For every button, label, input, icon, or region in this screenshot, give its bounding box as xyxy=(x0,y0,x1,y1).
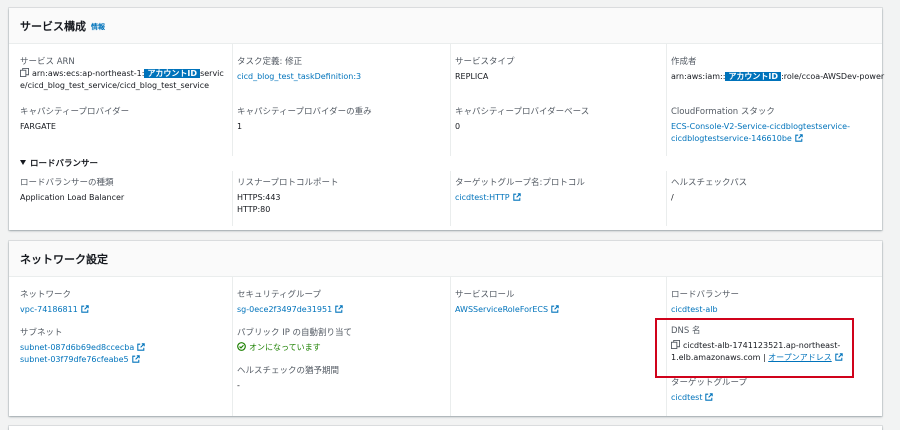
service-config-header: サービス構成 情報 xyxy=(9,8,882,44)
security-group-label: セキュリティグループ xyxy=(237,290,321,300)
service-type-label: サービスタイプ xyxy=(455,57,515,67)
public-ip-status: オンになっています xyxy=(249,343,321,352)
listener-port-label: リスナープロトコルポート xyxy=(237,178,339,188)
creator-label: 作成者 xyxy=(671,57,697,67)
external-link-icon[interactable] xyxy=(705,393,714,401)
cloudformation-label: CloudFormation スタック xyxy=(671,107,775,117)
column-divider xyxy=(450,277,451,416)
creator-prefix: arn:aws:iam:: xyxy=(671,72,726,81)
task-definition-link[interactable]: cicd_blog_test_taskDefinition:3 xyxy=(237,71,442,83)
network-config-title: ネットワーク設定 xyxy=(20,252,108,266)
column-divider xyxy=(450,44,451,156)
target-group-link[interactable]: cicdtest xyxy=(671,393,702,402)
capacity-weight-value: 1 xyxy=(237,122,243,131)
capacity-provider-label: キャパシティープロバイダー xyxy=(20,107,130,117)
arn-suffix-line2: e/cicd_blog_test_service/cicd_blog_test_… xyxy=(20,81,210,90)
health-grace-label: ヘルスチェックの猶予期間 xyxy=(237,366,340,376)
external-link-icon[interactable] xyxy=(512,193,521,201)
lb-field: ロードバランサー cicdtest-alb xyxy=(671,289,876,316)
listener-port-field: リスナープロトコルポート HTTPS:443 HTTP:80 xyxy=(237,177,442,216)
lb-type-field: ロードバランサーの種類 Application Load Balancer xyxy=(20,177,225,204)
capacity-base-label: キャパシティープロバイダーベース xyxy=(455,107,590,117)
external-link-icon[interactable] xyxy=(81,305,89,313)
health-check-path-label: ヘルスチェックパス xyxy=(671,178,748,188)
external-link-icon[interactable] xyxy=(795,134,803,142)
task-definition-field: タスク定義: 修正 cicd_blog_test_taskDefinition:… xyxy=(237,56,442,83)
account-id-mask: アカウントID xyxy=(725,72,782,81)
capacity-provider-field: キャパシティープロバイダー FARGATE xyxy=(20,106,225,133)
subnet-field: サブネット subnet-087d6b69ed8ccecba subnet-03… xyxy=(20,327,225,366)
success-check-icon xyxy=(237,342,246,351)
health-check-path-value: / xyxy=(671,193,674,202)
target-group-label: ターゲットグループ xyxy=(671,378,747,388)
lb-link[interactable]: cicdtest-alb xyxy=(671,304,876,316)
lb-type-value: Application Load Balancer xyxy=(20,193,125,202)
capacity-weight-label: キャパシティープロバイダーの重み xyxy=(237,107,372,117)
service-role-link[interactable]: AWSServiceRoleForECS xyxy=(455,305,548,314)
health-grace-field: ヘルスチェックの猶予期間 - xyxy=(237,365,442,392)
service-type-value: REPLICA xyxy=(455,72,489,81)
capacity-weight-field: キャパシティープロバイダーの重み 1 xyxy=(237,106,442,133)
target-group-protocol-link[interactable]: cicdtest:HTTP xyxy=(455,193,510,202)
listener-port-http: HTTP:80 xyxy=(237,205,271,214)
cloudformation-field: CloudFormation スタック ECS-Console-V2-Servi… xyxy=(671,106,876,145)
account-id-mask: アカウントID xyxy=(144,69,201,78)
external-link-icon[interactable] xyxy=(131,355,140,363)
security-group-field: セキュリティグループ sg-0ece2f3497de31951 xyxy=(237,289,442,316)
capacity-base-field: キャパシティープロバイダーベース 0 xyxy=(455,106,660,133)
service-role-field: サービスロール AWSServiceRoleForECS xyxy=(455,289,660,316)
network-label: ネットワーク xyxy=(20,290,72,300)
service-config-title: サービス構成 xyxy=(20,19,86,33)
next-panel-edge xyxy=(9,426,882,430)
column-divider xyxy=(450,171,451,226)
target-group-protocol-field: ターゲットグループ名:プロトコル cicdtest:HTTP xyxy=(455,177,660,204)
subnet-label: サブネット xyxy=(20,328,63,338)
service-config-panel: サービス構成 情報 サービス ARN arn:aws:ecs:ap-northe… xyxy=(9,8,884,230)
task-definition-label: タスク定義: 修正 xyxy=(237,57,303,67)
subnet-link[interactable]: subnet-03f79dfe76cfeabe5 xyxy=(20,355,129,364)
service-arn-field: サービス ARN arn:aws:ecs:ap-northeast-1: アカウン… xyxy=(20,56,230,92)
network-field: ネットワーク vpc-74186811 xyxy=(20,289,225,316)
load-balancer-section-title: ロードバランサー xyxy=(30,159,99,169)
service-role-label: サービスロール xyxy=(455,290,515,300)
vpc-link[interactable]: vpc-74186811 xyxy=(20,305,78,314)
public-ip-field: パブリック IP の自動割り当て オンになっています xyxy=(237,327,442,353)
health-grace-value: - xyxy=(237,381,240,390)
security-group-link[interactable]: sg-0ece2f3497de31951 xyxy=(237,305,332,314)
column-divider xyxy=(232,44,233,156)
service-type-field: サービスタイプ REPLICA xyxy=(455,56,660,83)
column-divider xyxy=(666,44,667,156)
service-arn-label: サービス ARN xyxy=(20,57,75,67)
capacity-provider-value: FARGATE xyxy=(20,122,56,131)
creator-suffix: :role/ccoa-AWSDev-power xyxy=(781,72,885,81)
listener-port-https: HTTPS:443 xyxy=(237,193,281,202)
target-group-protocol-label: ターゲットグループ名:プロトコル xyxy=(455,178,585,188)
column-divider xyxy=(232,277,233,416)
external-link-icon[interactable] xyxy=(137,343,145,351)
lb-label: ロードバランサー xyxy=(671,290,740,300)
load-balancer-section-toggle[interactable]: ロードバランサー xyxy=(20,157,98,169)
health-check-path-field: ヘルスチェックパス / xyxy=(671,177,876,204)
lb-type-label: ロードバランサーの種類 xyxy=(20,178,114,188)
cloudformation-link-line2[interactable]: cicdblogtestservice-146610be xyxy=(671,134,792,143)
public-ip-label: パブリック IP の自動割り当て xyxy=(237,328,353,338)
copy-icon[interactable] xyxy=(20,68,29,77)
column-divider xyxy=(232,171,233,226)
arn-prefix: arn:aws:ecs:ap-northeast-1: xyxy=(32,69,145,78)
external-link-icon[interactable] xyxy=(335,305,343,313)
creator-field: 作成者 arn:aws:iam:: アカウントID:role/ccoa-AWSDe… xyxy=(671,56,884,83)
arn-suffix: servic xyxy=(200,69,224,78)
column-divider xyxy=(666,171,667,226)
caret-down-icon xyxy=(20,160,26,165)
dns-highlight-box xyxy=(655,318,854,378)
capacity-base-value: 0 xyxy=(455,122,461,131)
info-link[interactable]: 情報 xyxy=(91,22,105,32)
subnet-link[interactable]: subnet-087d6b69ed8ccecba xyxy=(20,343,134,352)
target-group-field: ターゲットグループ cicdtest xyxy=(671,377,876,404)
external-link-icon[interactable] xyxy=(551,305,559,313)
network-config-header: ネットワーク設定 xyxy=(9,241,882,277)
cloudformation-link-line1[interactable]: ECS-Console-V2-Service-cicdblogtestservi… xyxy=(671,121,876,133)
